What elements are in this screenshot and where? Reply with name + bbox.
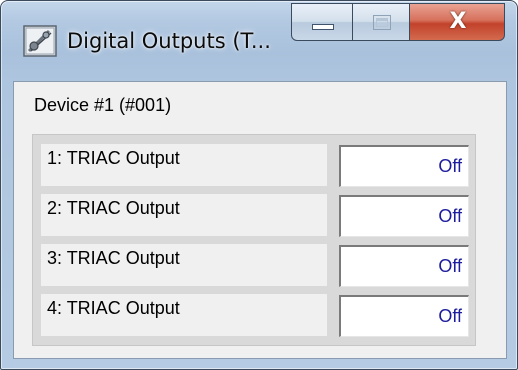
- app-gear-icon[interactable]: [23, 25, 57, 57]
- output-label: 1: TRIAC Output: [41, 144, 327, 186]
- output-value-field[interactable]: Off: [339, 145, 469, 187]
- maximize-button[interactable]: [352, 3, 410, 41]
- output-label: 4: TRIAC Output: [41, 294, 327, 336]
- output-value-field[interactable]: Off: [339, 195, 469, 237]
- client-area: Device #1 (#001) 1: TRIAC Output Off 2: …: [13, 81, 507, 359]
- caption-buttons: X: [291, 3, 505, 43]
- outputs-panel: 1: TRIAC Output Off 2: TRIAC Output Off …: [32, 134, 476, 346]
- output-value-field[interactable]: Off: [339, 295, 469, 337]
- close-icon: X: [449, 9, 467, 34]
- output-label: 3: TRIAC Output: [41, 244, 327, 286]
- output-row: 2: TRIAC Output Off: [41, 194, 469, 238]
- title-bar[interactable]: Digital Outputs (T... X: [1, 1, 517, 81]
- window-title: Digital Outputs (T...: [67, 29, 271, 53]
- output-row: 3: TRIAC Output Off: [41, 244, 469, 288]
- output-row: 1: TRIAC Output Off: [41, 144, 469, 188]
- minimize-button[interactable]: [291, 3, 353, 41]
- output-row: 4: TRIAC Output Off: [41, 294, 469, 338]
- app-window: Digital Outputs (T... X Device #1 (#001)…: [0, 0, 518, 370]
- minimize-icon: [312, 24, 334, 30]
- device-label: Device #1 (#001): [34, 95, 172, 115]
- close-button[interactable]: X: [409, 3, 505, 41]
- maximize-icon: [373, 15, 391, 30]
- output-label: 2: TRIAC Output: [41, 194, 327, 236]
- output-value-field[interactable]: Off: [339, 245, 469, 287]
